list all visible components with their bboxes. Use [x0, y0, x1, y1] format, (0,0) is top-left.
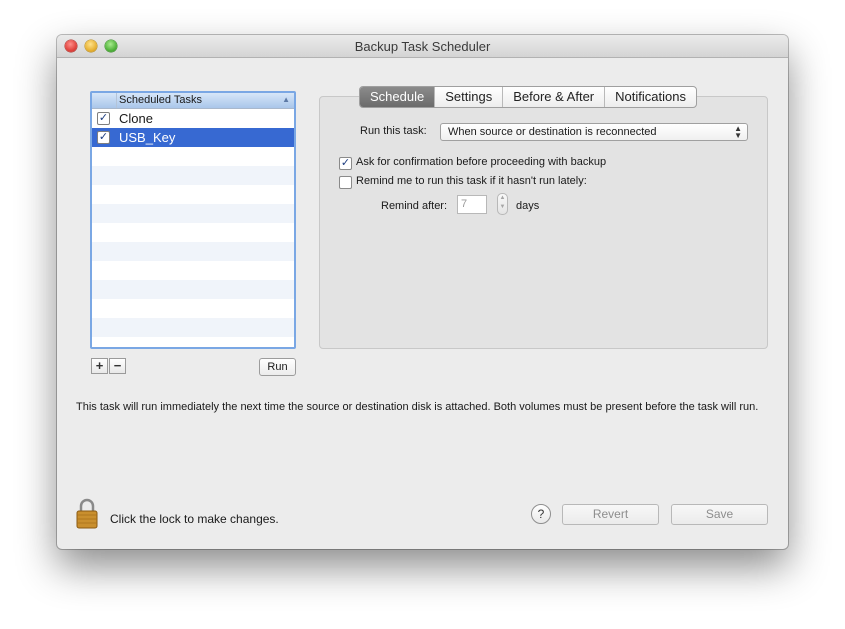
tab-notifications[interactable]: Notifications [605, 87, 696, 107]
task-row-clone[interactable]: ✓ Clone [92, 109, 294, 128]
empty-row [92, 261, 294, 280]
remind-checkbox[interactable] [339, 176, 352, 189]
list-header-check-column[interactable] [92, 93, 117, 108]
empty-row [92, 223, 294, 242]
empty-row [92, 147, 294, 166]
ask-confirmation-label[interactable]: Ask for confirmation before proceeding w… [356, 156, 606, 168]
task-enabled-checkbox[interactable]: ✓ [97, 112, 110, 125]
scheduled-tasks-list[interactable]: Scheduled Tasks ▲ ✓ Clone ✓ USB_Key [90, 91, 296, 349]
tab-settings[interactable]: Settings [435, 87, 504, 107]
save-button[interactable]: Save [671, 504, 768, 525]
days-label: days [516, 200, 540, 212]
empty-row [92, 318, 294, 337]
app-window: Backup Task Scheduler Scheduled Tasks ▲ … [57, 35, 788, 549]
add-task-button[interactable]: + [91, 358, 108, 374]
tab-schedule[interactable]: Schedule [360, 87, 436, 107]
help-icon[interactable]: ? [531, 504, 551, 524]
title-bar: Backup Task Scheduler [57, 35, 788, 58]
revert-button[interactable]: Revert [562, 504, 659, 525]
lock-icon[interactable] [75, 498, 99, 530]
run-this-task-label: Run this task: [360, 125, 427, 137]
window-title: Backup Task Scheduler [354, 39, 491, 54]
remind-label[interactable]: Remind me to run this task if it hasn't … [356, 175, 587, 187]
lock-label: Click the lock to make changes. [110, 512, 279, 526]
updown-arrow-icon: ▲ ▼ [734, 124, 742, 140]
empty-row [92, 280, 294, 299]
task-row-usb-key[interactable]: ✓ USB_Key [92, 128, 294, 147]
empty-row [92, 185, 294, 204]
remind-after-days-input[interactable]: 7 [457, 195, 487, 214]
tab-bar: Schedule Settings Before & After Notific… [359, 86, 697, 108]
task-enabled-checkbox[interactable]: ✓ [97, 131, 110, 144]
empty-row [92, 242, 294, 261]
tab-before-after[interactable]: Before & After [503, 87, 606, 107]
empty-row [92, 166, 294, 185]
list-header-name[interactable]: Scheduled Tasks [119, 94, 202, 106]
empty-row [92, 299, 294, 318]
list-header: Scheduled Tasks ▲ [92, 93, 294, 109]
task-description: This task will run immediately the next … [76, 401, 759, 413]
task-name: Clone [119, 111, 153, 126]
sort-arrow-icon: ▲ [282, 95, 290, 104]
remove-task-button[interactable]: − [109, 358, 126, 374]
run-condition-value: When source or destination is reconnecte… [448, 126, 657, 138]
remind-after-label: Remind after: [381, 200, 448, 212]
empty-row [92, 204, 294, 223]
run-task-button[interactable]: Run [259, 358, 296, 376]
ask-confirmation-checkbox[interactable]: ✓ [339, 157, 352, 170]
remind-after-stepper[interactable]: ▲ ▼ [497, 193, 508, 215]
run-condition-popup[interactable]: When source or destination is reconnecte… [440, 123, 748, 141]
task-name: USB_Key [119, 130, 176, 145]
